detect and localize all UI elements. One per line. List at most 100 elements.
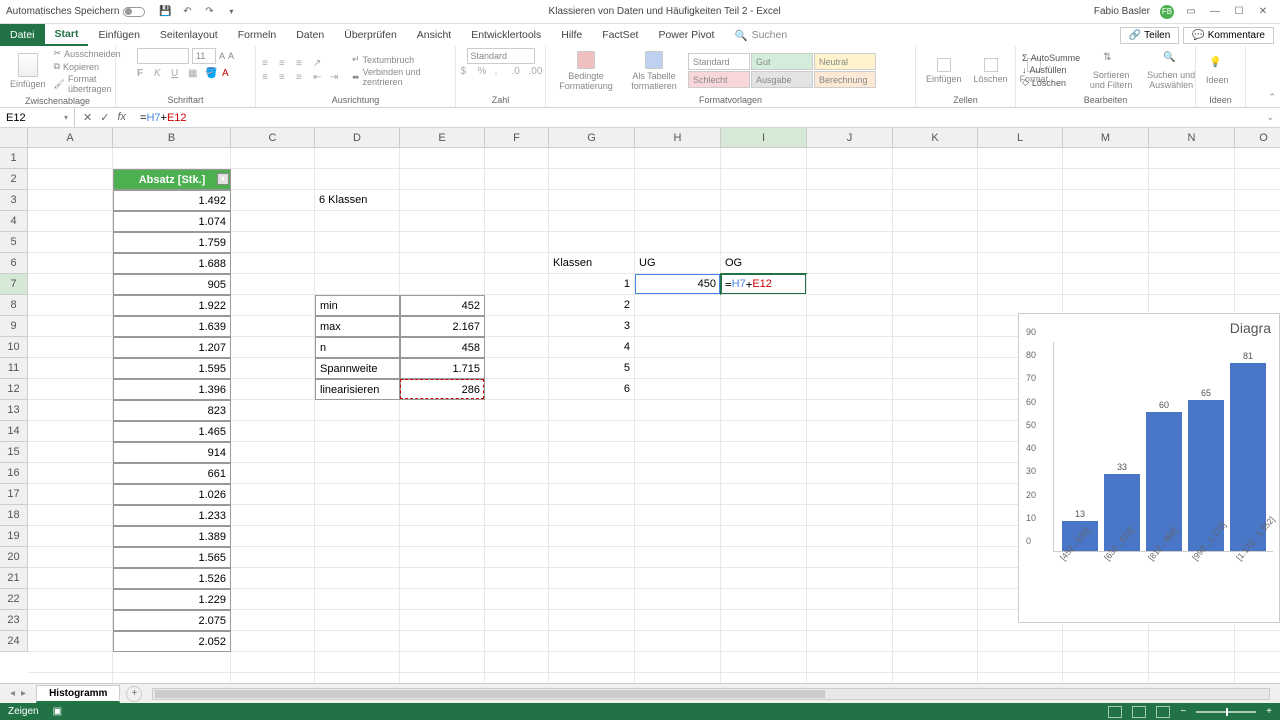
page-break-view-icon[interactable] [1156,706,1170,718]
cell-A17[interactable] [28,484,113,505]
cell-K20[interactable] [893,547,978,568]
cell-D18[interactable] [315,505,400,526]
col-header-G[interactable]: G [549,128,635,148]
accept-formula-icon[interactable]: ✓ [100,111,109,124]
cell-styles-gallery[interactable]: Standard Gut Neutral Schlecht Ausgabe Be… [688,53,876,88]
row-header-11[interactable]: 11 [0,358,28,379]
cell-L5[interactable] [978,232,1063,253]
cell-E16[interactable] [400,463,485,484]
cell-I25[interactable] [721,652,807,673]
cell-K8[interactable] [893,295,978,316]
cell-K1[interactable] [893,148,978,169]
align-center-icon[interactable]: ≡ [279,72,291,84]
cut-button[interactable]: ✂Ausschneiden [54,48,121,59]
cell-J18[interactable] [807,505,893,526]
cell-J22[interactable] [807,589,893,610]
ribbon-options-icon[interactable]: ▭ [1184,5,1198,19]
cell-I2[interactable] [721,169,807,190]
indent-inc-icon[interactable]: ⇥ [330,72,342,84]
cell-F17[interactable] [485,484,549,505]
cell-G10[interactable]: 4 [549,337,635,358]
share-button[interactable]: 🔗Teilen [1120,27,1180,44]
cell-A6[interactable] [28,253,113,274]
cell-D10[interactable]: n [315,337,400,358]
cell-A4[interactable] [28,211,113,232]
cell-K19[interactable] [893,526,978,547]
cell-C11[interactable] [231,358,315,379]
maximize-icon[interactable]: ☐ [1232,5,1246,19]
cell-E18[interactable] [400,505,485,526]
row-header-18[interactable]: 18 [0,505,28,526]
cell-B17[interactable]: 1.026 [113,484,231,505]
cell-H25[interactable] [635,652,721,673]
page-layout-view-icon[interactable] [1132,706,1146,718]
cell-F23[interactable] [485,610,549,631]
cell-A2[interactable] [28,169,113,190]
cell-C24[interactable] [231,631,315,652]
cell-N24[interactable] [1149,631,1235,652]
cell-J25[interactable] [807,652,893,673]
save-icon[interactable]: 💾 [159,6,171,18]
cell-C5[interactable] [231,232,315,253]
cell-C18[interactable] [231,505,315,526]
cell-I4[interactable] [721,211,807,232]
cell-D14[interactable] [315,421,400,442]
cell-A22[interactable] [28,589,113,610]
cell-E12[interactable]: 286 [400,379,485,400]
cell-F13[interactable] [485,400,549,421]
cell-K6[interactable] [893,253,978,274]
cell-L7[interactable] [978,274,1063,295]
cell-M2[interactable] [1063,169,1149,190]
cell-C20[interactable] [231,547,315,568]
cell-F3[interactable] [485,190,549,211]
row-header-16[interactable]: 16 [0,463,28,484]
col-header-B[interactable]: B [113,128,231,148]
cell-J2[interactable] [807,169,893,190]
style-standard[interactable]: Standard [688,53,750,70]
cell-F11[interactable] [485,358,549,379]
cell-K13[interactable] [893,400,978,421]
comments-button[interactable]: 💬Kommentare [1183,27,1274,44]
percent-icon[interactable]: % [478,66,490,78]
font-size-combo[interactable]: 11 [192,48,216,64]
cell-N25[interactable] [1149,652,1235,673]
cell-F12[interactable] [485,379,549,400]
row-header-10[interactable]: 10 [0,337,28,358]
conditional-format-button[interactable]: Bedingte Formatierung [552,49,620,93]
cell-G12[interactable]: 6 [549,379,635,400]
cell-A15[interactable] [28,442,113,463]
cell-N2[interactable] [1149,169,1235,190]
cell-B23[interactable]: 2.075 [113,610,231,631]
cell-K4[interactable] [893,211,978,232]
cell-E3[interactable] [400,190,485,211]
cell-K17[interactable] [893,484,978,505]
cell-M25[interactable] [1063,652,1149,673]
cell-F2[interactable] [485,169,549,190]
align-mid-icon[interactable]: ≡ [279,58,291,70]
paste-button[interactable]: Einfügen [6,51,50,91]
delete-cells-button[interactable]: Löschen [970,56,1012,86]
cell-J10[interactable] [807,337,893,358]
cell-M3[interactable] [1063,190,1149,211]
cell-C14[interactable] [231,421,315,442]
cell-F10[interactable] [485,337,549,358]
align-top-icon[interactable]: ≡ [262,58,274,70]
cell-B14[interactable]: 1.465 [113,421,231,442]
cell-C21[interactable] [231,568,315,589]
cell-K15[interactable] [893,442,978,463]
fx-icon[interactable]: fx [117,111,126,124]
cell-K12[interactable] [893,379,978,400]
cell-G4[interactable] [549,211,635,232]
cell-K7[interactable] [893,274,978,295]
cell-I6[interactable]: OG [721,253,807,274]
cell-A1[interactable] [28,148,113,169]
cell-G17[interactable] [549,484,635,505]
cell-J6[interactable] [807,253,893,274]
cell-C17[interactable] [231,484,315,505]
style-ausgabe[interactable]: Ausgabe [751,71,813,88]
cell-C7[interactable] [231,274,315,295]
add-sheet-button[interactable]: + [126,686,142,702]
col-header-O[interactable]: O [1235,128,1280,148]
cell-I3[interactable] [721,190,807,211]
cell-J16[interactable] [807,463,893,484]
